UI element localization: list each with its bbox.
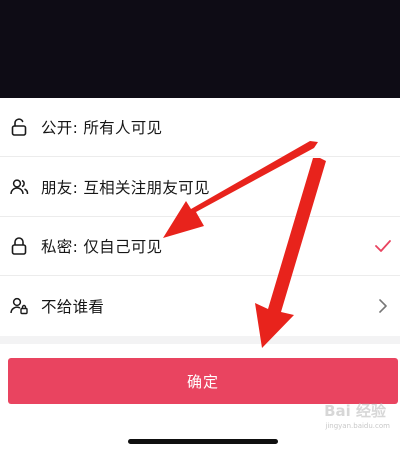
lock-icon	[11, 237, 27, 255]
option-label: 公开: 所有人可见	[41, 119, 163, 137]
home-indicator	[128, 439, 278, 444]
option-public[interactable]: 公开: 所有人可见	[0, 98, 400, 157]
option-label: 私密: 仅自己可见	[41, 238, 163, 256]
video-background	[0, 0, 400, 98]
watermark-logo: Bai 经验	[324, 402, 386, 420]
option-label: 朋友: 互相关注朋友可见	[41, 179, 210, 197]
option-label: 不给谁看	[41, 297, 105, 316]
unlock-icon	[11, 118, 27, 136]
option-hide-from[interactable]: 不给谁看	[0, 276, 400, 335]
checkmark-icon	[375, 240, 391, 252]
watermark: Bai 经验 jingyan.baidu.com	[308, 398, 390, 436]
section-divider	[0, 336, 400, 344]
chevron-right-icon	[379, 298, 387, 313]
friends-icon	[10, 179, 29, 195]
option-friends[interactable]: 朋友: 互相关注朋友可见	[0, 158, 400, 217]
user-block-icon	[10, 297, 28, 314]
watermark-url: jingyan.baidu.com	[325, 422, 390, 430]
option-private[interactable]: 私密: 仅自己可见	[0, 217, 400, 276]
